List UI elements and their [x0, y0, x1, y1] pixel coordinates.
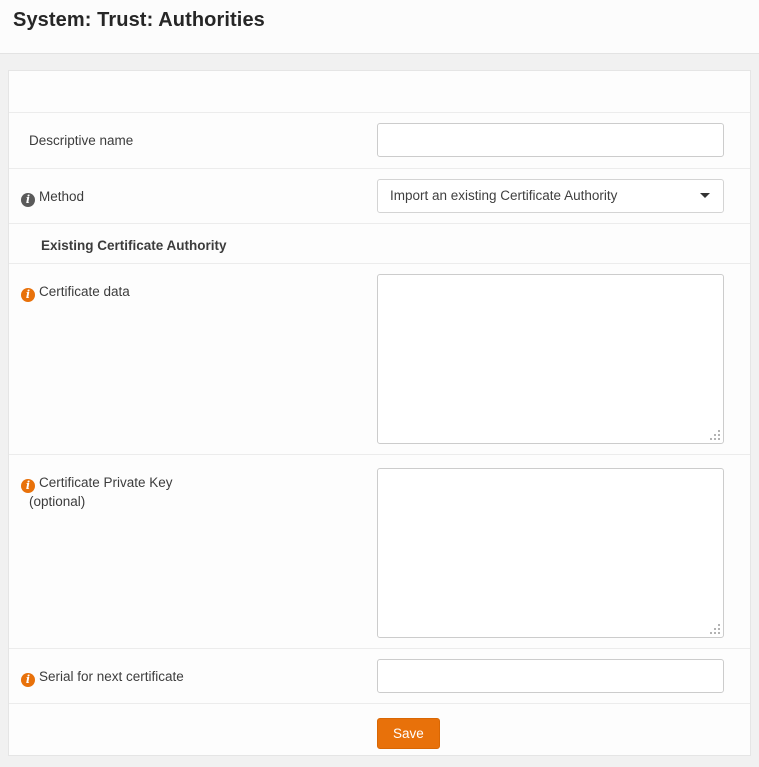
row-certificate-data: i Certificate data: [9, 263, 750, 454]
panel-header-spacer: [9, 71, 750, 112]
descriptive-name-input[interactable]: [377, 123, 724, 157]
row-descriptive-name: Descriptive name: [9, 112, 750, 168]
resize-grip-icon[interactable]: [718, 632, 720, 634]
info-icon[interactable]: i: [21, 288, 35, 302]
row-method: i Method Import an existing Certificate A…: [9, 168, 750, 223]
info-icon[interactable]: i: [21, 193, 35, 207]
page-header: System: Trust: Authorities: [0, 0, 759, 54]
descriptive-name-label: Descriptive name: [9, 113, 377, 156]
private-key-label: Certificate Private Key: [39, 475, 173, 490]
row-section-heading: Existing Certificate Authority: [9, 223, 750, 263]
section-heading: Existing Certificate Authority: [9, 224, 377, 261]
serial-label: Serial for next certificate: [39, 669, 184, 684]
caret-down-icon: [700, 193, 710, 198]
form-panel: Descriptive name i Method Import an exist…: [8, 70, 751, 756]
save-button[interactable]: Save: [377, 718, 440, 749]
method-selected-value: Import an existing Certificate Authority: [390, 188, 617, 203]
row-save: Save: [9, 703, 750, 755]
method-label: Method: [39, 189, 84, 204]
info-icon[interactable]: i: [21, 479, 35, 493]
certificate-data-label: Certificate data: [39, 284, 130, 299]
private-key-textarea[interactable]: [377, 468, 724, 638]
method-select[interactable]: Import an existing Certificate Authority: [377, 179, 724, 213]
page-title: System: Trust: Authorities: [13, 9, 759, 32]
resize-grip-icon[interactable]: [718, 438, 720, 440]
row-private-key: i Certificate Private Key (optional): [9, 454, 750, 648]
private-key-sublabel: (optional): [9, 493, 367, 511]
certificate-data-textarea[interactable]: [377, 274, 724, 444]
row-serial: i Serial for next certificate: [9, 648, 750, 703]
serial-input[interactable]: [377, 659, 724, 693]
info-icon[interactable]: i: [21, 673, 35, 687]
